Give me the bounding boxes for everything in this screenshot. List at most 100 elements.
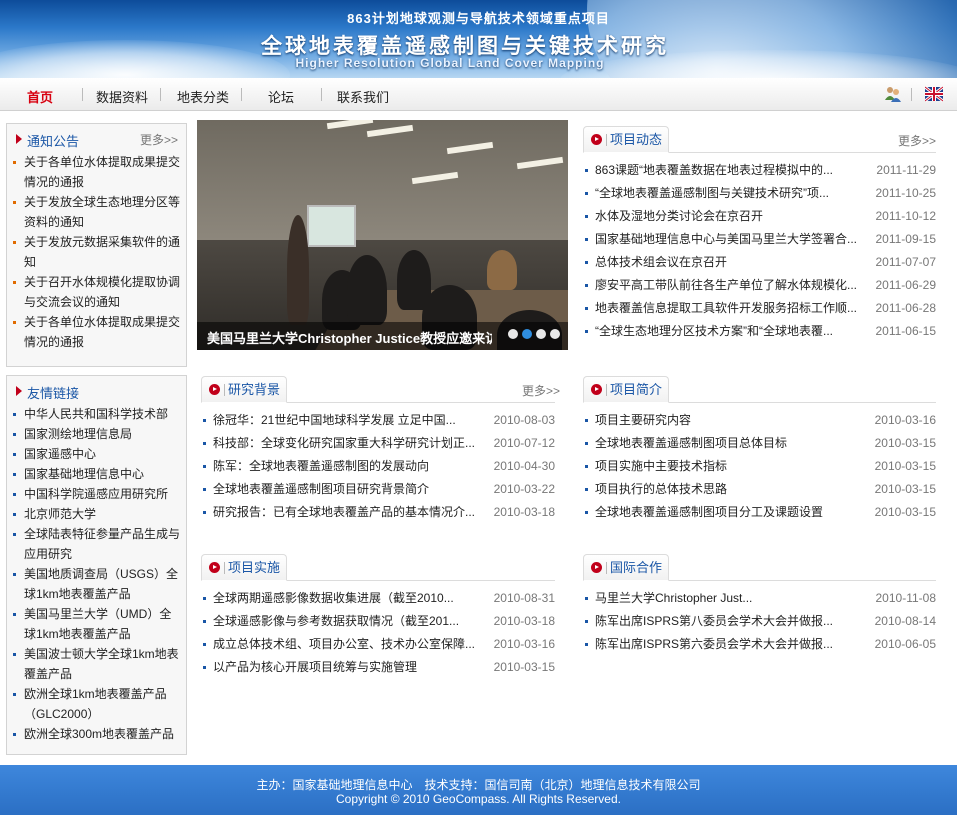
links-item[interactable]: 国家基础地理信息中心 bbox=[13, 464, 180, 484]
notice-item[interactable]: 关于召开水体规模化提取协调与交流会议的通知 bbox=[13, 272, 180, 312]
notice-item[interactable]: 关于各单位水体提取成果提交情况的通报 bbox=[13, 152, 180, 192]
implementation-title[interactable]: 项目实施 bbox=[228, 560, 280, 575]
background-row-link[interactable]: 科技部：全球变化研究国家重大科学研究计划正... bbox=[213, 432, 477, 455]
carousel-dot[interactable] bbox=[508, 329, 518, 339]
implementation-row-date: 2010-03-15 bbox=[493, 660, 555, 674]
intro-row-link[interactable]: 项目实施中主要技术指标 bbox=[595, 455, 858, 478]
nav-forum[interactable]: 论坛 bbox=[268, 87, 294, 106]
intro-row-date: 2010-03-15 bbox=[874, 459, 936, 473]
news-row-link[interactable]: 国家基础地理信息中心与美国马里兰大学签署合... bbox=[595, 228, 858, 251]
implementation-list: 全球两期遥感影像数据收集进展（截至2010... 2010-08-31 全球遥感影像… bbox=[201, 587, 555, 679]
notice-item[interactable]: 关于发放元数据采集软件的通知 bbox=[13, 232, 180, 272]
users-icon[interactable] bbox=[884, 85, 902, 103]
site-banner: 863计划地球观测与导航技术领域重点项目 全球地表覆盖遥感制图与关键技术研究 H… bbox=[0, 0, 957, 78]
links-item[interactable]: 美国地质调查局（USGS）全球1km地表覆盖产品 bbox=[13, 564, 180, 604]
photo-carousel[interactable]: 美国马里兰大学Christopher Justice教授应邀来访 bbox=[197, 120, 568, 350]
carousel-dot[interactable] bbox=[536, 329, 546, 339]
links-item[interactable]: 中国科学院遥感应用研究所 bbox=[13, 484, 180, 504]
notice-item[interactable]: 关于各单位水体提取成果提交情况的通报 bbox=[13, 312, 180, 352]
links-panel: 友情链接 中华人民共和国科学技术部 国家测绘地理信息局 国家遥感中心 国家基础地理信息… bbox=[6, 375, 187, 755]
nav-separator bbox=[82, 88, 83, 101]
implementation-row-date: 2010-08-31 bbox=[493, 591, 555, 605]
implementation-row-link[interactable]: 成立总体技术组、项目办公室、技术办公室保障... bbox=[213, 633, 477, 656]
background-row-link[interactable]: 陈军：全球地表覆盖遥感制图的发展动向 bbox=[213, 455, 477, 478]
links-item[interactable]: 美国马里兰大学（UMD）全球1km地表覆盖产品 bbox=[13, 604, 180, 644]
intl-title[interactable]: 国际合作 bbox=[610, 560, 662, 575]
intro-row: 全球地表覆盖遥感制图项目总体目标 2010-03-15 bbox=[583, 432, 936, 455]
nav-contact[interactable]: 联系我们 bbox=[337, 87, 389, 106]
links-item[interactable]: 欧洲全球300m地表覆盖产品 bbox=[13, 724, 180, 744]
implementation-row-link[interactable]: 以产品为核心开展项目统筹与实施管理 bbox=[213, 656, 477, 679]
nav-separator bbox=[321, 88, 322, 101]
background-row: 徐冠华：21世纪中国地球科学发展 立足中国... 2010-08-03 bbox=[201, 409, 555, 432]
notice-more-link[interactable]: 更多>> bbox=[140, 131, 178, 148]
links-item[interactable]: 全球陆表特征参量产品生成与应用研究 bbox=[13, 524, 180, 564]
background-row-link[interactable]: 徐冠华：21世纪中国地球科学发展 立足中国... bbox=[213, 409, 477, 432]
intl-row-link[interactable]: 陈军出席ISPRS第八委员会学术大会并做报... bbox=[595, 610, 858, 633]
links-item[interactable]: 中华人民共和国科学技术部 bbox=[13, 404, 180, 424]
links-item[interactable]: 国家遥感中心 bbox=[13, 444, 180, 464]
nav-home[interactable]: 首页 bbox=[27, 87, 53, 106]
carousel-dot[interactable] bbox=[522, 329, 532, 339]
attendee bbox=[487, 250, 517, 290]
links-item[interactable]: 国家测绘地理信息局 bbox=[13, 424, 180, 444]
implementation-row: 全球遥感影像与参考数据获取情况（截至201... 2010-03-18 bbox=[201, 610, 555, 633]
nav-data[interactable]: 数据资料 bbox=[96, 87, 148, 106]
implementation-row: 成立总体技术组、项目办公室、技术办公室保障... 2010-03-16 bbox=[201, 633, 555, 656]
news-row-link[interactable]: “全球生态地理分区技术方案”和“全球地表覆... bbox=[595, 320, 858, 343]
intro-row-link[interactable]: 项目执行的总体技术思路 bbox=[595, 478, 858, 501]
intl-row: 陈军出席ISPRS第六委员会学术大会并做报... 2010-06-05 bbox=[583, 633, 936, 656]
implementation-row-link[interactable]: 全球两期遥感影像数据收集进展（截至2010... bbox=[213, 587, 477, 610]
intro-row-link[interactable]: 全球地表覆盖遥感制图项目分工及课题设置 bbox=[595, 501, 858, 524]
notice-panel: 通知公告 更多>> 关于各单位水体提取成果提交情况的通报 关于发放全球生态地理分区… bbox=[6, 123, 187, 367]
intro-title[interactable]: 项目简介 bbox=[610, 382, 662, 397]
news-row-link[interactable]: 863课题“地表覆盖数据在地表过程模拟中的... bbox=[595, 159, 858, 182]
background-more-link[interactable]: 更多>> bbox=[522, 382, 560, 399]
news-row-link[interactable]: “全球地表覆盖遥感制图与关键技术研究”项... bbox=[595, 182, 858, 205]
uk-flag-icon[interactable] bbox=[924, 85, 944, 103]
intl-row-link[interactable]: 陈军出席ISPRS第六委员会学术大会并做报... bbox=[595, 633, 858, 656]
nav-separator bbox=[241, 88, 242, 101]
links-title: 友情链接 bbox=[27, 386, 80, 401]
intro-row: 项目主要研究内容 2010-03-16 bbox=[583, 409, 936, 432]
news-row-date: 2011-09-15 bbox=[875, 232, 937, 246]
news-row: 水体及湿地分类讨论会在京召开 2011-10-12 bbox=[583, 205, 936, 228]
intl-row-date: 2010-11-08 bbox=[875, 591, 937, 605]
links-item[interactable]: 欧洲全球1km地表覆盖产品（GLC2000） bbox=[13, 684, 180, 724]
intl-row: 马里兰大学Christopher Just... 2010-11-08 bbox=[583, 587, 936, 610]
background-row: 全球地表覆盖遥感制图项目研究背景简介 2010-03-22 bbox=[201, 478, 555, 501]
background-row: 研究报告：已有全球地表覆盖产品的基本情况介... 2010-03-18 bbox=[201, 501, 555, 524]
site-title-english: Higher Resolution Global Land Cover Mapp… bbox=[295, 56, 605, 70]
photo-caption[interactable]: 美国马里兰大学Christopher Justice教授应邀来访 bbox=[207, 328, 492, 347]
news-row-link[interactable]: 廖安平高工带队前往各生产单位了解水体规模化... bbox=[595, 274, 858, 297]
intl-section: 国际合作 马里兰大学Christopher Just... 2010-11-08 陈… bbox=[583, 554, 936, 656]
news-row-date: 2011-10-25 bbox=[875, 186, 937, 200]
news-more-link[interactable]: 更多>> bbox=[898, 132, 936, 149]
links-item[interactable]: 北京师范大学 bbox=[13, 504, 180, 524]
attendee bbox=[347, 255, 387, 325]
intro-row-link[interactable]: 全球地表覆盖遥感制图项目总体目标 bbox=[595, 432, 858, 455]
nav-classification[interactable]: 地表分类 bbox=[177, 87, 229, 106]
news-title[interactable]: 项目动态 bbox=[610, 132, 662, 147]
intl-row-link[interactable]: 马里兰大学Christopher Just... bbox=[595, 587, 858, 610]
background-row-link[interactable]: 研究报告：已有全球地表覆盖产品的基本情况介... bbox=[213, 501, 477, 524]
notice-item[interactable]: 关于发放全球生态地理分区等资料的通知 bbox=[13, 192, 180, 232]
notice-title: 通知公告 bbox=[27, 134, 80, 149]
news-row-date: 2011-06-29 bbox=[875, 278, 937, 292]
news-row: “全球地表覆盖遥感制图与关键技术研究”项... 2011-10-25 bbox=[583, 182, 936, 205]
implementation-row-link[interactable]: 全球遥感影像与参考数据获取情况（截至201... bbox=[213, 610, 477, 633]
background-row-link[interactable]: 全球地表覆盖遥感制图项目研究背景简介 bbox=[213, 478, 477, 501]
intl-row-date: 2010-06-05 bbox=[874, 637, 936, 651]
news-row-link[interactable]: 水体及湿地分类讨论会在京召开 bbox=[595, 205, 858, 228]
background-title[interactable]: 研究背景 bbox=[228, 382, 280, 397]
news-row-link[interactable]: 地表覆盖信息提取工具软件开发服务招标工作顺... bbox=[595, 297, 858, 320]
site-footer: 主办：国家基础地理信息中心 技术支持：国信司南（北京）地理信息技术有限公司 Co… bbox=[0, 765, 957, 815]
carousel-dot[interactable] bbox=[550, 329, 560, 339]
tab-divider bbox=[224, 562, 225, 574]
intro-row-link[interactable]: 项目主要研究内容 bbox=[595, 409, 858, 432]
photo-wall bbox=[197, 120, 568, 240]
news-row: 863课题“地表覆盖数据在地表过程模拟中的... 2011-11-29 bbox=[583, 159, 936, 182]
arrow-circle-icon bbox=[591, 134, 602, 145]
news-row-link[interactable]: 总体技术组会议在京召开 bbox=[595, 251, 858, 274]
links-item[interactable]: 美国波士顿大学全球1km地表覆盖产品 bbox=[13, 644, 180, 684]
